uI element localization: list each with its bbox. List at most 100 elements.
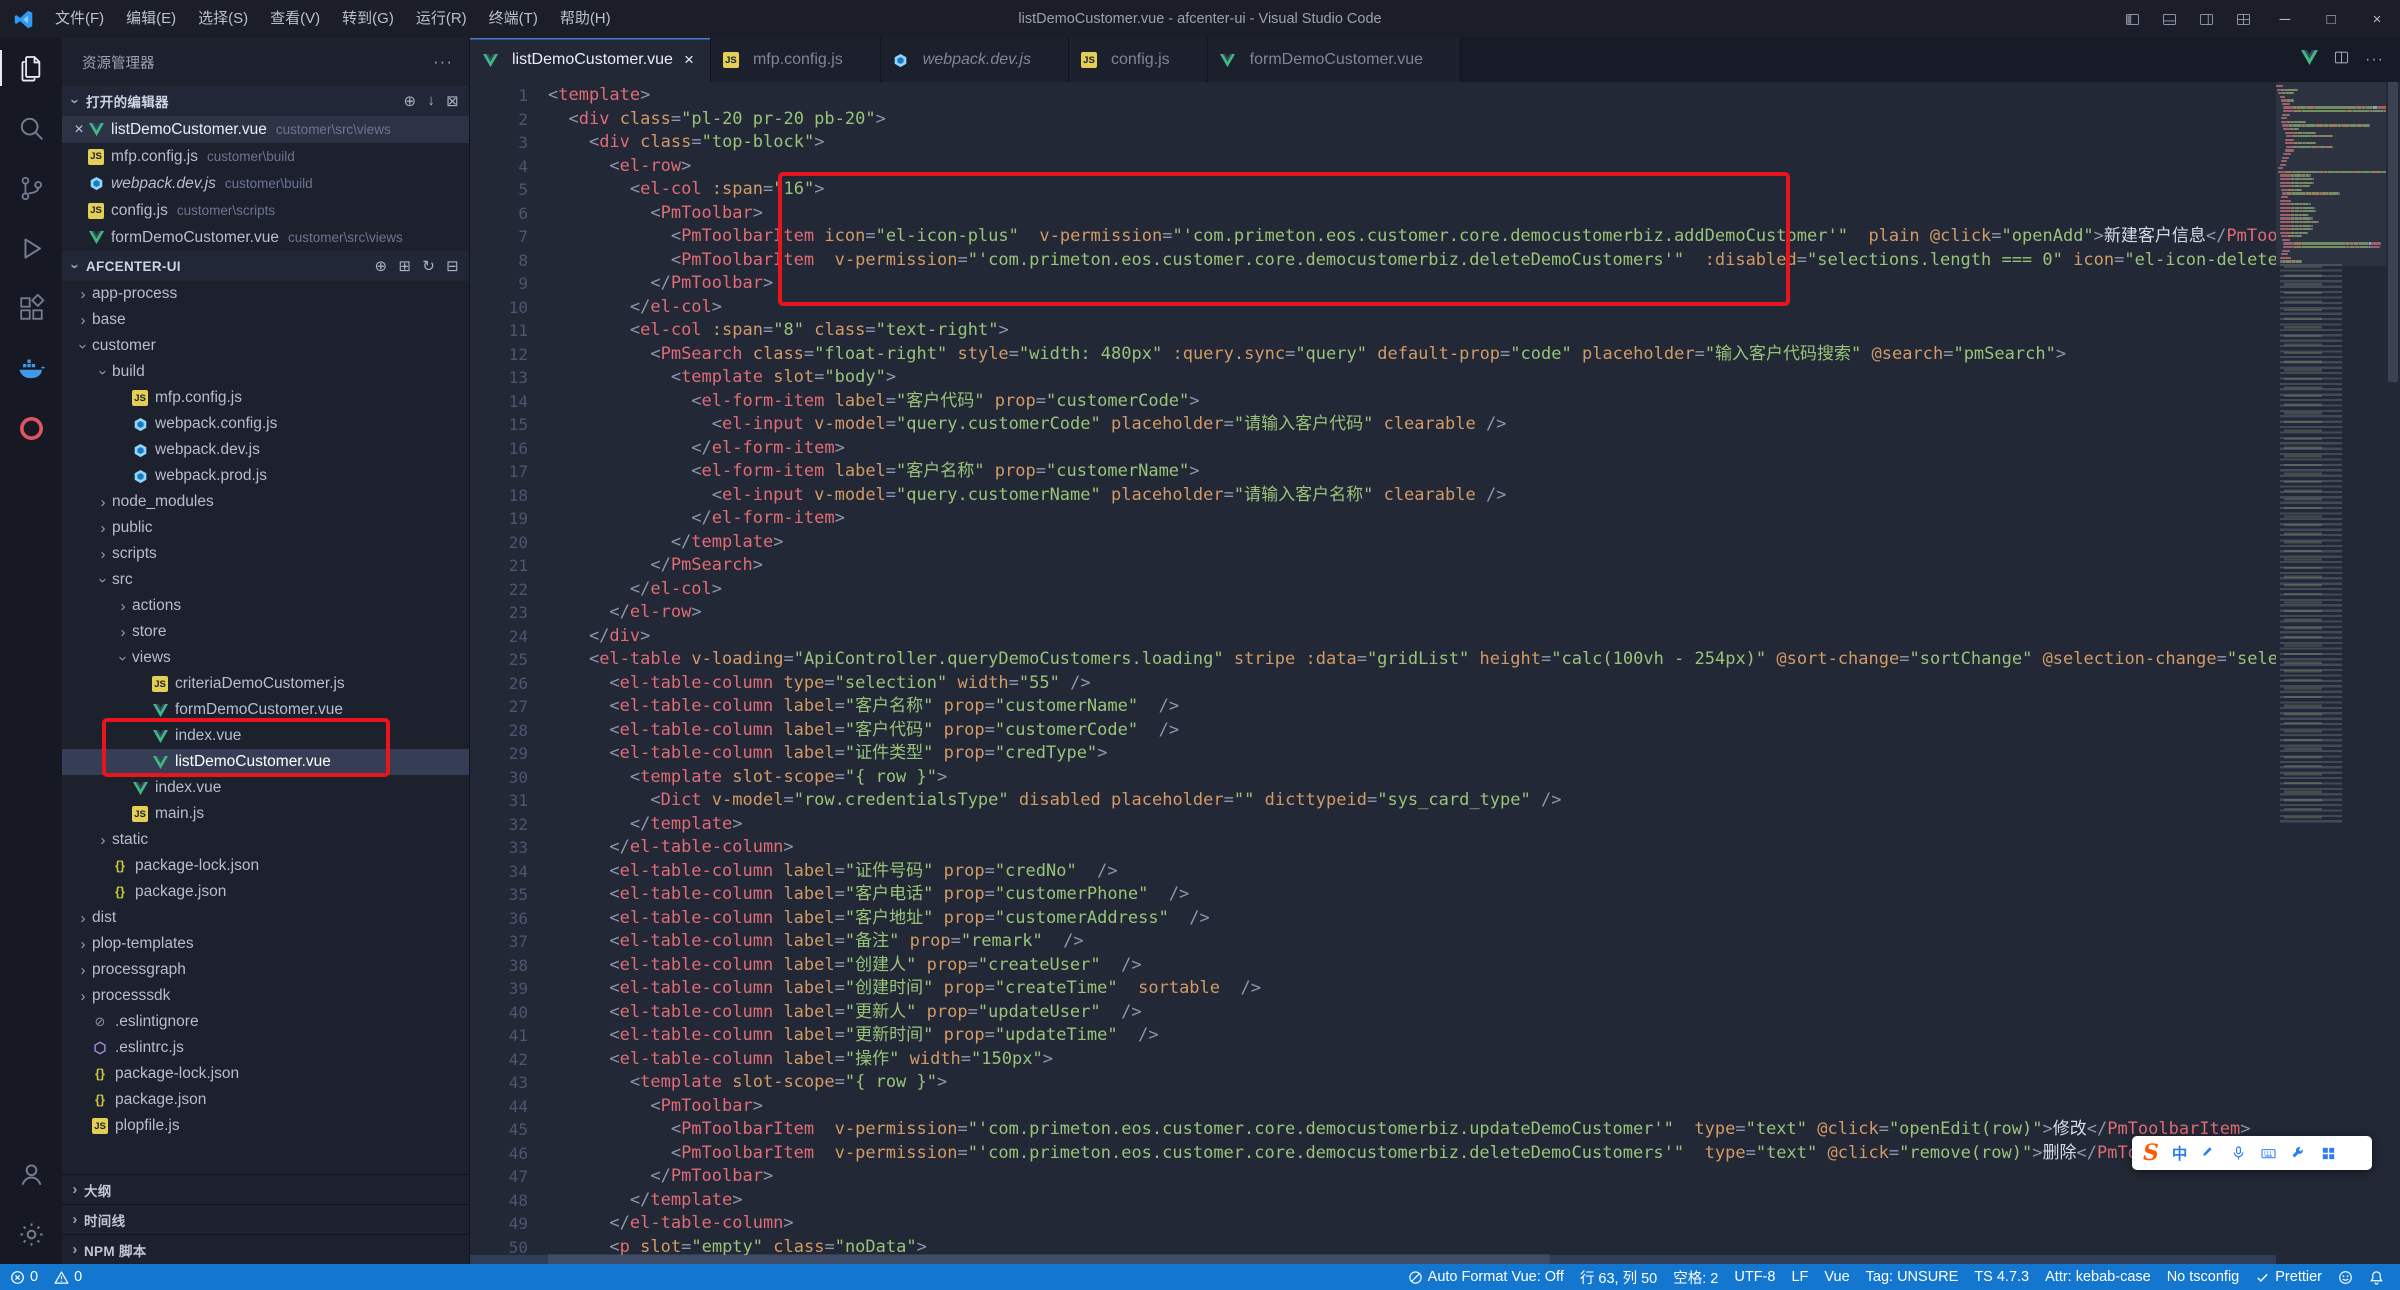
tree-folder-app-process[interactable]: ›app-process (62, 281, 469, 307)
tree-file-package-lock.json[interactable]: {}package-lock.json (62, 1061, 469, 1087)
tree-file-package.json[interactable]: {}package.json (62, 1087, 469, 1113)
code-line[interactable]: <el-form-item label="客户名称" prop="custome… (548, 460, 2276, 484)
project-root-header[interactable]: › AFCENTER-UI ⊕⊞↻⊟ (62, 251, 469, 281)
line-number[interactable]: 43 (470, 1071, 528, 1095)
new-untitled-file-icon[interactable]: ⊕ (403, 92, 416, 110)
close-window-button[interactable]: × (2354, 0, 2400, 38)
errors-indicator[interactable]: 0 (2, 1264, 46, 1290)
tree-folder-public[interactable]: ›public (62, 515, 469, 541)
code-line[interactable]: <el-form-item label="客户代码" prop="custome… (548, 390, 2276, 414)
menubar-item[interactable]: 转到(G) (331, 0, 405, 38)
code-line[interactable]: <el-col :span="8" class="text-right"> (548, 319, 2276, 343)
line-number[interactable]: 36 (470, 907, 528, 931)
code-line[interactable]: <Dict v-model="row.credentialsType" disa… (548, 789, 2276, 813)
new-folder-icon[interactable]: ⊞ (398, 257, 411, 275)
line-number[interactable]: 7 (470, 225, 528, 249)
tree-file-plopfile.js[interactable]: JSplopfile.js (62, 1113, 469, 1139)
line-number[interactable]: 40 (470, 1001, 528, 1025)
grid-panel-icon[interactable] (2320, 1145, 2337, 1162)
menubar-item[interactable]: 文件(F) (44, 0, 115, 38)
keyboard-icon[interactable] (2260, 1145, 2277, 1162)
code-line[interactable]: <el-col :span="16"> (548, 178, 2276, 202)
code-line[interactable]: <template> (548, 84, 2276, 108)
line-number[interactable]: 2 (470, 108, 528, 132)
search-icon[interactable] (0, 98, 62, 158)
toggle-primary-sidebar-icon[interactable] (2114, 0, 2151, 38)
code-line[interactable]: </el-col> (548, 296, 2276, 320)
tree-file-criteriaDemoCustomer.js[interactable]: JScriteriaDemoCustomer.js (62, 671, 469, 697)
code-line[interactable]: </template> (548, 1189, 2276, 1213)
line-number[interactable]: 17 (470, 460, 528, 484)
line-number[interactable]: 42 (470, 1048, 528, 1072)
line-number[interactable]: 20 (470, 531, 528, 555)
code-line[interactable]: </template> (548, 813, 2276, 837)
line-number[interactable]: 12 (470, 343, 528, 367)
tree-file-main.js[interactable]: JSmain.js (62, 801, 469, 827)
volar-tag-casing[interactable]: Tag: UNSURE (1858, 1264, 1967, 1290)
minimap-viewport[interactable] (2276, 82, 2386, 266)
menubar-item[interactable]: 终端(T) (478, 0, 549, 38)
tree-file-webpack.dev.js[interactable]: webpack.dev.js (62, 437, 469, 463)
ime-toolbar[interactable]: S 中 (2132, 1136, 2372, 1170)
vertical-scrollbar-thumb[interactable] (2388, 82, 2398, 382)
prettier-status[interactable]: Prettier (2247, 1264, 2330, 1290)
line-number[interactable]: 33 (470, 836, 528, 860)
line-number[interactable]: 32 (470, 813, 528, 837)
code-line[interactable]: </el-row> (548, 601, 2276, 625)
line-number[interactable]: 26 (470, 672, 528, 696)
code-line[interactable]: <PmToolbarItem v-permission="'com.primet… (548, 1142, 2276, 1166)
gutter[interactable]: 1234567891011121314151617181920212223242… (470, 84, 528, 1259)
minimap[interactable] (2276, 82, 2386, 1264)
line-number[interactable]: 18 (470, 484, 528, 508)
code-line[interactable]: <el-table v-loading="ApiController.query… (548, 648, 2276, 672)
tab-mfp.config.js[interactable]: JSmfp.config.js× (711, 38, 881, 82)
ime-language-toggle[interactable]: 中 (2172, 1142, 2188, 1164)
line-number[interactable]: 24 (470, 625, 528, 649)
explorer-icon[interactable] (0, 38, 62, 98)
line-number[interactable]: 4 (470, 155, 528, 179)
auto-format-status[interactable]: Auto Format Vue: Off (1400, 1264, 1572, 1290)
line-number[interactable]: 14 (470, 390, 528, 414)
code-line[interactable]: </template> (548, 531, 2276, 555)
docker-icon[interactable] (0, 338, 62, 398)
settings-gear-icon[interactable] (0, 1204, 62, 1264)
tree-file-formDemoCustomer.vue[interactable]: formDemoCustomer.vue (62, 697, 469, 723)
tree-file-index.vue[interactable]: index.vue (62, 775, 469, 801)
tree-folder-processgraph[interactable]: ›processgraph (62, 957, 469, 983)
line-number[interactable]: 41 (470, 1024, 528, 1048)
tree-folder-views[interactable]: ›views (62, 645, 469, 671)
line-number[interactable]: 29 (470, 742, 528, 766)
line-number[interactable]: 21 (470, 554, 528, 578)
eol[interactable]: LF (1783, 1264, 1816, 1290)
open-editor-item[interactable]: webpack.dev.jscustomer\build (62, 170, 469, 197)
code-line[interactable]: </PmSearch> (548, 554, 2276, 578)
code-line[interactable]: <PmSearch class="float-right" style="wid… (548, 343, 2276, 367)
code-line[interactable]: <template slot="body"> (548, 366, 2276, 390)
code-line[interactable]: </PmToolbar> (548, 272, 2276, 296)
line-number[interactable]: 48 (470, 1189, 528, 1213)
encoding[interactable]: UTF-8 (1726, 1264, 1783, 1290)
line-number[interactable]: 10 (470, 296, 528, 320)
tree-file-.eslintrc.js[interactable]: .eslintrc.js (62, 1035, 469, 1061)
code-line[interactable]: <PmToolbarItem icon="el-icon-plus" v-per… (548, 225, 2276, 249)
refresh-explorer-icon[interactable]: ↻ (422, 257, 435, 275)
new-file-icon[interactable]: ⊕ (375, 257, 388, 275)
code-line[interactable]: </el-col> (548, 578, 2276, 602)
code-line[interactable]: <el-table-column type="selection" width=… (548, 672, 2276, 696)
code-line[interactable]: <el-table-column label="创建人" prop="creat… (548, 954, 2276, 978)
line-number[interactable]: 25 (470, 648, 528, 672)
code-line[interactable]: </el-table-column> (548, 1212, 2276, 1236)
line-number[interactable]: 15 (470, 413, 528, 437)
code-line[interactable]: <el-table-column label="客户名称" prop="cust… (548, 695, 2276, 719)
vue-preview-icon[interactable] (2301, 49, 2318, 71)
code-line[interactable]: <el-table-column label="客户电话" prop="cust… (548, 883, 2276, 907)
cursor-position[interactable]: 行 63, 列 50 (1572, 1264, 1665, 1290)
horizontal-scrollbar[interactable] (548, 1254, 2276, 1264)
code-line[interactable]: <el-table-column label="证件类型" prop="cred… (548, 742, 2276, 766)
line-number[interactable]: 22 (470, 578, 528, 602)
code-line[interactable]: </el-form-item> (548, 507, 2276, 531)
eos-platform-icon[interactable] (0, 398, 62, 458)
tree-file-listDemoCustomer.vue[interactable]: listDemoCustomer.vue (62, 749, 469, 775)
save-all-icon[interactable]: ↓ (427, 92, 435, 110)
line-number[interactable]: 19 (470, 507, 528, 531)
